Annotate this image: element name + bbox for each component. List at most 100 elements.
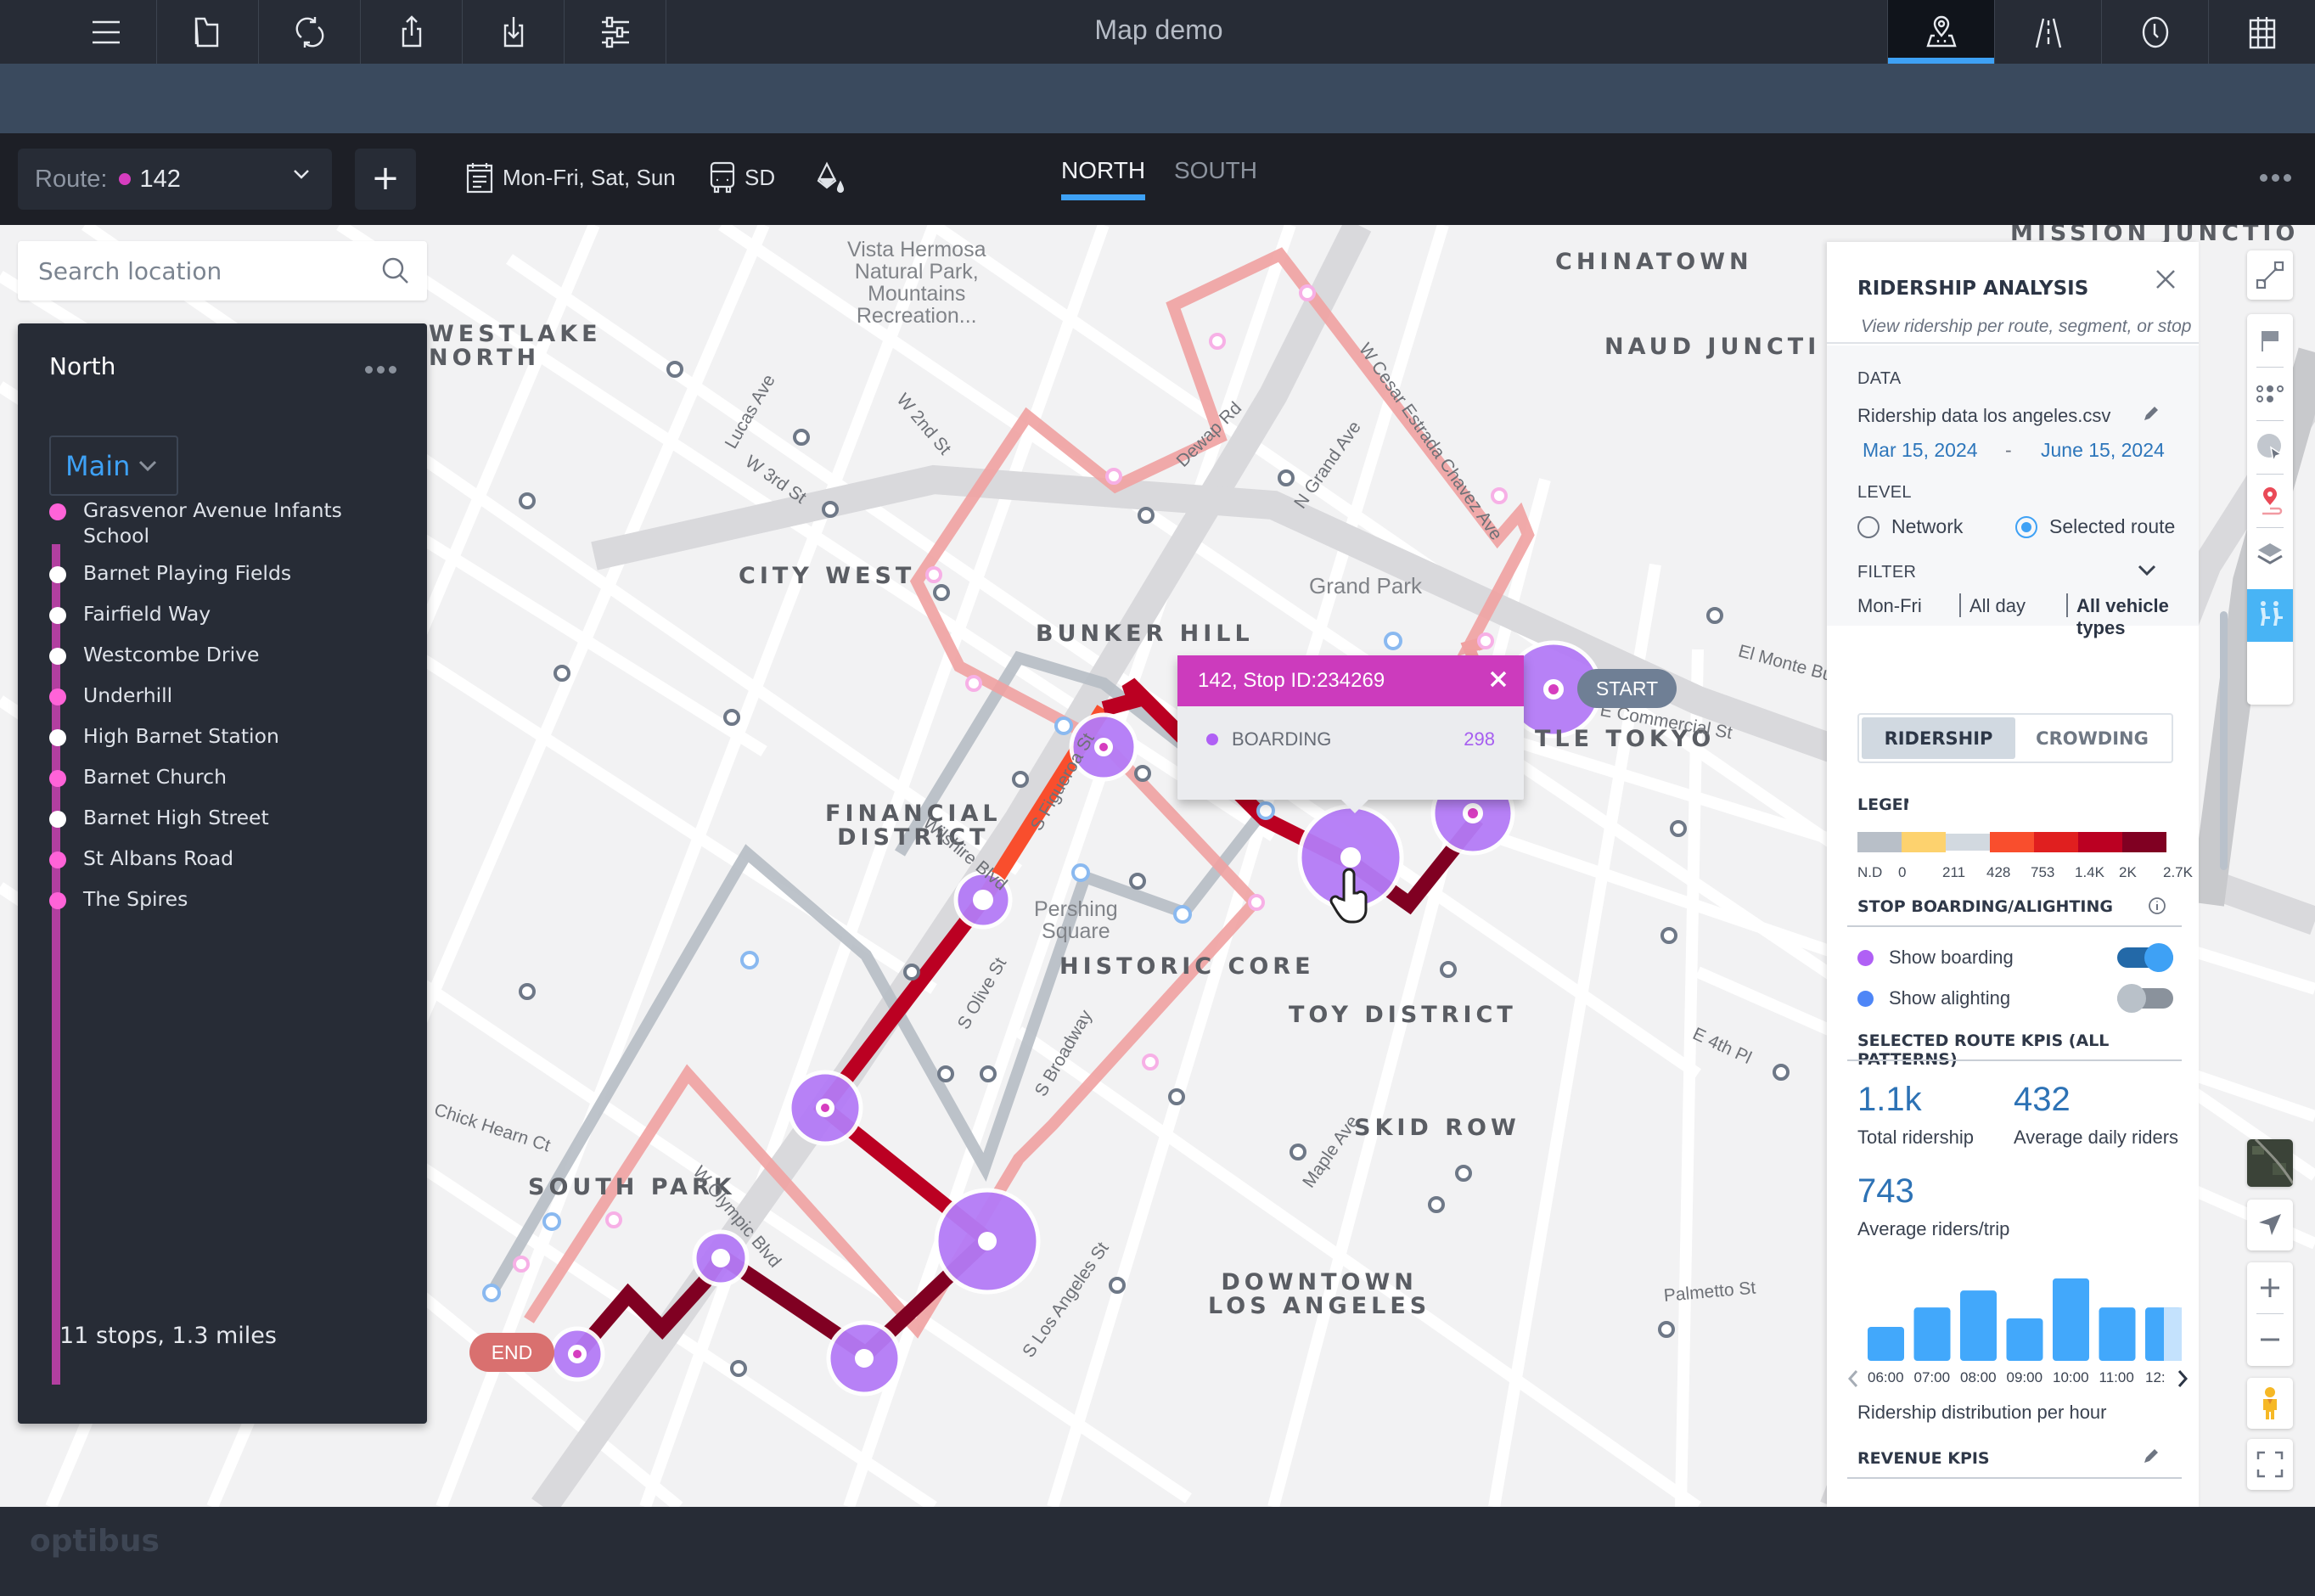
filter-days[interactable]: Mon-Fri [1857, 595, 1922, 617]
level-selected-route-radio[interactable]: Selected route [2015, 515, 2175, 538]
pattern-dropdown[interactable]: Main [49, 436, 178, 496]
legend-tick: 211 [1942, 864, 1966, 880]
stop-item[interactable]: Barnet Church [49, 764, 363, 790]
chart-bar[interactable] [1960, 1290, 1997, 1361]
show-boarding-toggle[interactable] [2117, 943, 2173, 972]
panel-scrollbar[interactable] [2220, 611, 2228, 870]
search-icon[interactable] [381, 256, 410, 285]
more-options-button[interactable] [2260, 174, 2291, 182]
start-marker[interactable]: START [1577, 669, 1677, 708]
open-button[interactable] [157, 0, 259, 64]
chart-bar[interactable] [2099, 1307, 2136, 1361]
stop-center [1543, 679, 1564, 700]
stop-item[interactable]: Fairfield Way [49, 601, 363, 627]
ridership-title: RIDERSHIP ANALYSIS [1857, 278, 2089, 300]
stop-center [978, 1232, 997, 1250]
route-color-dot [119, 173, 132, 185]
filter-vehicle[interactable]: All vehicle types [2076, 595, 2199, 639]
tab-road[interactable] [1994, 0, 2101, 64]
fullscreen-control[interactable] [2247, 1439, 2293, 1490]
brand-logo: optibus [30, 1524, 160, 1559]
import-button[interactable] [463, 0, 565, 64]
flag-icon[interactable] [2247, 314, 2293, 367]
date-from[interactable]: Mar 15, 2024 [1863, 439, 1978, 462]
stop-item[interactable]: Westcombe Drive [49, 642, 363, 667]
stop-popup: 142, Stop ID:234269 BOARDING 298 [1177, 655, 1524, 813]
pin-route-icon[interactable] [2247, 475, 2293, 527]
legend-swatch [2034, 832, 2078, 852]
stop-item[interactable]: High Barnet Station [49, 723, 363, 749]
chart-bar[interactable] [1913, 1307, 1951, 1361]
chart-bar[interactable] [1868, 1327, 1904, 1361]
street-view-icon[interactable] [2247, 1378, 2293, 1429]
tab-north[interactable]: NORTH [1061, 157, 1145, 200]
chevron-right-icon[interactable] [2177, 1369, 2189, 1388]
chevron-down-icon[interactable] [2138, 565, 2156, 576]
days-filter[interactable]: Mon-Fri, Sat, Sun [465, 159, 676, 196]
filter-time[interactable]: All day [1969, 595, 2026, 617]
date-to[interactable]: June 15, 2024 [2041, 439, 2165, 462]
route-selector[interactable]: Route: 142 [18, 149, 332, 210]
alighting-color-dot [1857, 990, 1874, 1007]
radio-label: Selected route [2049, 515, 2176, 537]
locate-icon[interactable] [2247, 1200, 2293, 1250]
refresh-button[interactable] [259, 0, 361, 64]
vehicle-filter[interactable]: SD [709, 159, 775, 196]
zoom-out-icon[interactable] [2247, 1314, 2293, 1365]
fullscreen-icon[interactable] [2247, 1439, 2293, 1490]
street-view-control[interactable] [2247, 1378, 2293, 1429]
upload-icon [402, 14, 421, 47]
search-box [18, 241, 427, 301]
add-route-button[interactable]: + [355, 149, 416, 210]
search-input[interactable] [38, 256, 378, 285]
stops-pattern-icon[interactable] [2247, 368, 2293, 420]
tab-map[interactable] [1887, 0, 1994, 64]
satellite-thumbnail[interactable] [2247, 1139, 2293, 1187]
area-label: NAUD JUNCTI [1604, 334, 1821, 360]
stop-item[interactable]: The Spires [49, 886, 363, 912]
chart-bar[interactable] [2006, 1318, 2043, 1361]
end-marker[interactable]: END [469, 1333, 554, 1372]
map-tool-column [2247, 314, 2293, 705]
locate-control[interactable] [2247, 1200, 2293, 1250]
edit-icon[interactable] [2141, 405, 2160, 424]
menu-button[interactable] [55, 0, 157, 64]
route-draw-icon[interactable] [2247, 250, 2293, 300]
stop-dot [49, 607, 66, 624]
stop-item[interactable]: St Albans Road [49, 846, 363, 871]
map-canvas[interactable]: WESTLAKE NORTH CITY WEST BUNKER HILL FIN… [0, 225, 2315, 1507]
stop-item[interactable]: Underhill [49, 683, 363, 708]
tab-ridership[interactable]: RIDERSHIP [1862, 717, 2015, 759]
tab-timetable[interactable] [2101, 0, 2208, 64]
settings-button[interactable] [565, 0, 666, 64]
tab-crowding[interactable]: CROWDING [2015, 717, 2169, 759]
stop-item[interactable]: Grasvenor Avenue Infants School [49, 497, 363, 548]
satellite-toggle[interactable] [2247, 1139, 2293, 1187]
chart-bar[interactable] [2053, 1278, 2089, 1361]
stop-center [1463, 803, 1483, 823]
tab-schedule[interactable] [2208, 0, 2315, 64]
layers-icon[interactable] [2247, 528, 2293, 581]
zoom-in-icon[interactable] [2247, 1262, 2293, 1313]
pie-cursor-icon[interactable] [2247, 421, 2293, 474]
show-alighting-toggle[interactable] [2117, 984, 2173, 1013]
ridership-panel-header: RIDERSHIP ANALYSIS View ridership per ro… [1827, 242, 2199, 344]
header-band [0, 64, 2315, 133]
color-fill-button[interactable] [815, 159, 854, 196]
close-icon[interactable] [2154, 267, 2177, 291]
level-network-radio[interactable]: Network [1857, 515, 1963, 538]
stop-item[interactable]: Barnet Playing Fields [49, 560, 363, 586]
tab-south[interactable]: SOUTH [1174, 157, 1257, 184]
info-icon[interactable] [2148, 896, 2166, 915]
draw-route-control[interactable] [2247, 250, 2293, 300]
export-button[interactable] [361, 0, 463, 64]
close-icon[interactable] [1488, 669, 1509, 689]
stop-center [711, 1249, 730, 1267]
kpi-riders-per-trip-label: Average riders/trip [1857, 1218, 2010, 1239]
stop-dot [49, 688, 66, 705]
panel-more-button[interactable] [365, 366, 396, 374]
ridership-icon[interactable] [2247, 589, 2293, 642]
stop-name: Westcombe Drive [83, 643, 260, 666]
edit-icon[interactable] [2141, 1447, 2160, 1466]
stop-item[interactable]: Barnet High Street [49, 805, 363, 830]
